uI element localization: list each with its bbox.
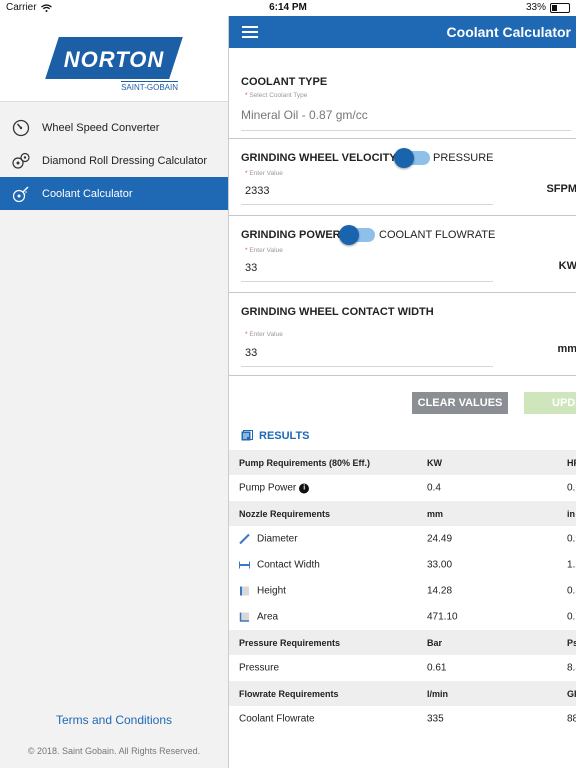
logo-brand: NORTON <box>63 46 165 72</box>
contact-width-title: GRINDING WHEEL CONTACT WIDTH <box>241 306 434 318</box>
sidebar-item-wheel-speed-converter[interactable]: Wheel Speed Converter <box>0 111 228 144</box>
table-row: Pump Poweri 0.4 0.6 <box>239 482 576 494</box>
battery-icon <box>550 2 570 13</box>
battery-percent: 33% <box>525 2 546 13</box>
coolant-type-hint: * Select Coolant Type <box>245 92 308 99</box>
logo-area: NORTON SAINT-GOBAIN <box>0 16 228 102</box>
app-header: Coolant Calculator <box>229 16 576 48</box>
update-button[interactable]: UPDATE <box>524 392 576 414</box>
speedometer-icon <box>12 119 30 137</box>
velocity-input[interactable]: 2333 <box>241 185 493 205</box>
velocity-title: GRINDING WHEEL VELOCITY <box>241 152 397 164</box>
power-section: GRINDING POWER COOLANT FLOWRATE * Enter … <box>229 216 576 293</box>
coolant-type-select[interactable]: Mineral Oil - 0.87 gm/cc <box>241 108 571 131</box>
main-panel: Coolant Calculator COOLANT TYPE * Select… <box>228 16 576 768</box>
contact-width-unit: mm <box>557 343 576 355</box>
table-row: Contact Width 33.00 1.2 <box>229 552 576 578</box>
diameter-icon <box>239 533 250 545</box>
sidebar-item-diamond-roll-dressing[interactable]: Diamond Roll Dressing Calculator <box>0 144 228 177</box>
velocity-pressure-toggle[interactable] <box>394 147 430 168</box>
flowrate-toggle-label: COOLANT FLOWRATE <box>379 229 496 241</box>
table-row: Coolant Flowrate 335 88 <box>239 713 576 725</box>
power-flowrate-toggle[interactable] <box>339 224 375 245</box>
page-title: Coolant Calculator <box>446 24 571 40</box>
clear-values-button[interactable]: CLEAR VALUES <box>412 392 508 414</box>
status-time: 6:14 PM <box>269 2 307 13</box>
action-buttons: CLEAR VALUES UPDATE <box>229 376 576 424</box>
info-icon[interactable]: i <box>299 483 310 493</box>
results-table: Pump Requirements (80% Eff.) KW HP Pump … <box>229 450 576 732</box>
table-group-header: Pressure Requirements Bar Psi <box>229 630 576 655</box>
terms-link[interactable]: Terms and Conditions <box>0 713 228 727</box>
table-row: Diameter 24.49 0.9 <box>229 526 576 552</box>
results-header: RESULTS <box>229 424 576 450</box>
copyright-text: © 2018. Saint Gobain. All Rights Reserve… <box>27 746 201 756</box>
velocity-hint: * Enter Value <box>245 170 283 177</box>
velocity-unit: SFPM <box>546 183 576 195</box>
table-group-header: Flowrate Requirements l/min GPM <box>229 681 576 706</box>
table-row: Area 471.10 0.7 <box>229 604 576 630</box>
contact-width-section: GRINDING WHEEL CONTACT WIDTH * Enter Val… <box>229 293 576 376</box>
sidebar-item-label: Coolant Calculator <box>42 187 133 200</box>
table-group-header: Pump Requirements (80% Eff.) KW HP <box>229 450 576 475</box>
height-icon <box>239 586 250 597</box>
coolant-type-title: COOLANT TYPE <box>241 76 328 88</box>
power-unit: KW <box>558 260 576 272</box>
results-icon <box>241 430 253 441</box>
table-row: Height 14.28 0.5 <box>229 578 576 604</box>
table-group-header: Nozzle Requirements mm in <box>229 501 576 526</box>
velocity-section: GRINDING WHEEL VELOCITY PRESSURE * Enter… <box>229 139 576 216</box>
logo-sub: SAINT-GOBAIN <box>121 80 178 92</box>
sidebar-item-label: Wheel Speed Converter <box>42 121 160 134</box>
power-input[interactable]: 33 <box>241 262 493 282</box>
status-bar: Carrier 6:14 PM 33% <box>0 0 576 16</box>
sidebar: NORTON SAINT-GOBAIN Wheel Speed Converte… <box>0 16 228 768</box>
norton-logo: NORTON SAINT-GOBAIN <box>44 25 184 93</box>
results-title: RESULTS <box>259 430 310 442</box>
sidebar-item-coolant-calculator[interactable]: Coolant Calculator <box>0 177 228 210</box>
area-icon <box>239 612 250 623</box>
contact-width-hint: * Enter Value <box>245 331 283 338</box>
table-row: Pressure 0.61 8.8 <box>239 662 576 674</box>
sidebar-item-label: Diamond Roll Dressing Calculator <box>42 154 208 167</box>
coolant-type-section: COOLANT TYPE * Select Coolant Type Miner… <box>229 48 576 139</box>
width-icon <box>239 560 250 571</box>
pressure-toggle-label: PRESSURE <box>433 152 494 164</box>
power-title: GRINDING POWER <box>241 229 341 241</box>
power-hint: * Enter Value <box>245 247 283 254</box>
coolant-nozzle-icon <box>12 185 30 203</box>
hamburger-icon[interactable] <box>242 26 258 38</box>
gears-icon <box>12 152 30 170</box>
contact-width-input[interactable]: 33 <box>241 347 493 367</box>
